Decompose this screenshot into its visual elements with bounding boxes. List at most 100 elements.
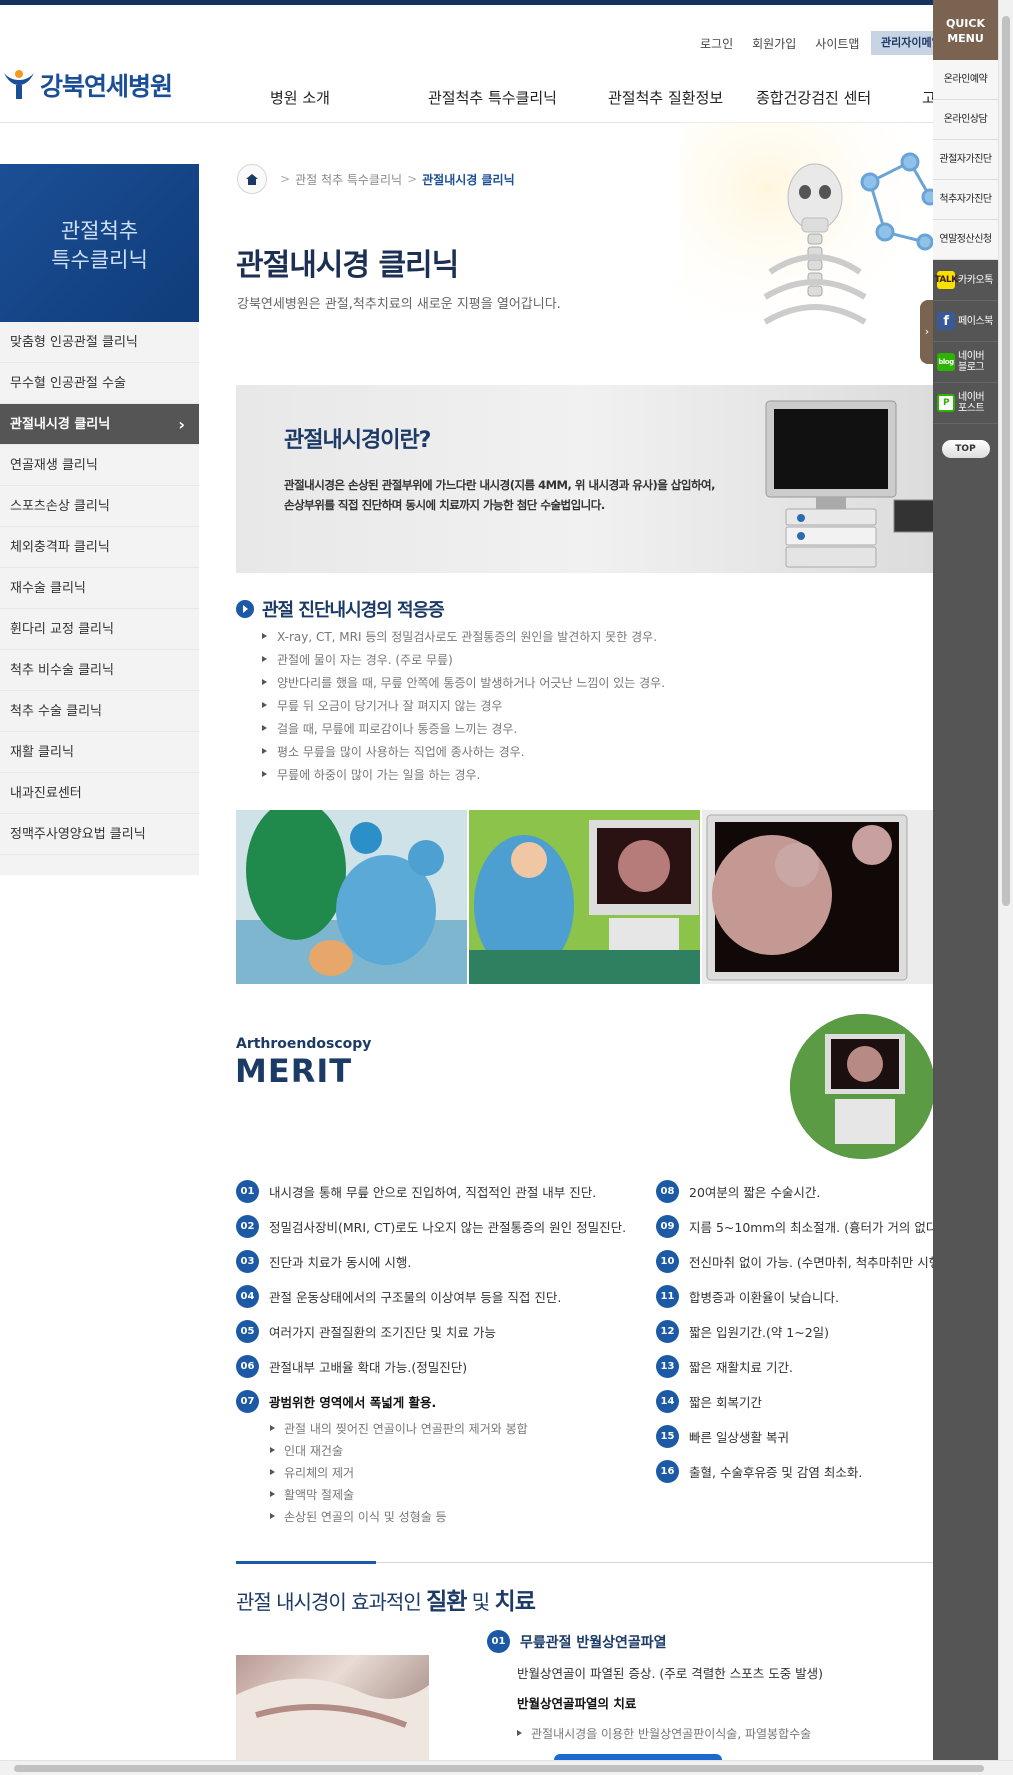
- sidebar-item-spine-nonsurgical[interactable]: 척추 비수술 클리닉: [0, 650, 199, 691]
- merit-label-big: MERIT: [235, 1052, 353, 1090]
- page-subtitle: 강북연세병원은 관절,척추치료의 새로운 지평을 열어갑니다.: [237, 297, 561, 312]
- disease-treatment-item: 관절내시경을 이용한 반월상연골판이식술, 파열봉합수술: [517, 1725, 811, 1742]
- nav-special-clinic[interactable]: 관절척추 특수클리닉: [428, 87, 557, 108]
- merit-text: 출혈, 수술후유증 및 감염 최소화.: [689, 1465, 863, 1480]
- quick-naver-post-label: 네이버 포스트: [958, 392, 985, 414]
- quick-online-consult[interactable]: 온라인상담: [933, 100, 998, 140]
- sidebar-item-spine-surgery[interactable]: 척추 수술 클리닉: [0, 691, 199, 732]
- kakaotalk-icon: TALK: [934, 271, 958, 289]
- sidebar-item-custom-joint[interactable]: 맞춤형 인공관절 클리닉: [0, 322, 199, 363]
- quick-joint-self-check[interactable]: 관절자가진단: [933, 140, 998, 180]
- sidebar-item-bloodless-surgery[interactable]: 무수혈 인공관절 수술: [0, 363, 199, 404]
- merit-text: 20여분의 짧은 수술시간.: [689, 1185, 821, 1200]
- surgery-photos: [236, 810, 933, 984]
- horizontal-scrollbar[interactable]: [0, 1760, 1013, 1775]
- quick-kakaotalk[interactable]: TALK 카카오톡: [933, 260, 998, 301]
- disease-section-title: 관절 내시경이 효과적인 질환 및 치료: [236, 1582, 536, 1616]
- merit-number: 16: [656, 1460, 679, 1483]
- quick-facebook-label: 페이스북: [958, 315, 993, 327]
- quick-menu-title2: MENU: [947, 32, 984, 45]
- quick-menu-title1: QUICK: [946, 17, 985, 30]
- arrow-circle-icon: [236, 600, 254, 618]
- merit-item: 15 빠른 일상생활 복귀: [656, 1419, 945, 1454]
- sidebar-item-leg-correction[interactable]: 휜다리 교정 클리닉: [0, 609, 199, 650]
- intro-text: 관절내시경은 손상된 관절부위에 가느다란 내시경(지름 4MM, 위 내시경과…: [284, 475, 734, 515]
- section-divider: [236, 1561, 933, 1564]
- signup-link[interactable]: 회원가입: [752, 35, 796, 52]
- merit-text: 짧은 회복기간: [689, 1395, 762, 1410]
- sidebar-item-internal[interactable]: 내과진료센터: [0, 773, 199, 814]
- list-item: 손상된 연골의 이식 및 성형술 등: [270, 1508, 528, 1530]
- quick-menu-toggle[interactable]: ›: [920, 300, 934, 364]
- list-item: 걸을 때, 무릎에 피로감이나 통증을 느끼는 경우.: [262, 720, 665, 743]
- sidebar-item-shockwave[interactable]: 체외충격파 클리닉: [0, 527, 199, 568]
- horizontal-scroll-thumb[interactable]: [14, 1765, 984, 1772]
- merit-number: 09: [656, 1215, 679, 1238]
- merit-item: 05 여러가지 관절질환의 조기진단 및 치료 가능: [236, 1314, 626, 1349]
- merit-item: 12 짧은 입원기간.(약 1~2일): [656, 1314, 945, 1349]
- intro-line2: 손상부위를 직접 진단하며 동시에 치료까지 가능한 첨단 수술법입니다.: [284, 498, 605, 512]
- admin-email-button[interactable]: 관리자이메일: [871, 31, 933, 55]
- nav-health-checkup[interactable]: 종합건강검진 센터: [756, 87, 871, 108]
- merit-sub-list: 관절 내의 찢어진 연골이나 연골판의 제거와 봉합 인대 재건술 유리체의 제…: [270, 1420, 528, 1530]
- quick-tax-settlement[interactable]: 연말정산신청: [933, 220, 998, 260]
- quick-naver-blog-label1: 네이버: [958, 351, 985, 362]
- quick-naver-post-label2: 포스트: [958, 403, 985, 414]
- sitemap-link[interactable]: 사이트맵: [815, 35, 859, 52]
- login-link[interactable]: 로그인: [700, 35, 733, 52]
- merit-text: 짧은 재활치료 기간.: [689, 1360, 793, 1375]
- page-title: 관절내시경 클리닉: [236, 248, 459, 283]
- sidebar-item-rehab[interactable]: 재활 클리닉: [0, 732, 199, 773]
- quick-naver-post[interactable]: P 네이버 포스트: [933, 383, 998, 424]
- surgery-photo-2: [469, 810, 700, 984]
- merit-item: 08 20여분의 짧은 수술시간.: [656, 1174, 945, 1209]
- list-item: 유리체의 제거: [270, 1464, 528, 1486]
- disease-item-title-text: 무릎관절 반월상연골파열: [520, 1634, 667, 1651]
- intro-heading: 관절내시경이란?: [284, 428, 431, 453]
- nav-about[interactable]: 병원 소개: [270, 87, 330, 108]
- quick-naver-blog[interactable]: blog 네이버 블로그: [933, 342, 998, 383]
- quick-facebook[interactable]: f 페이스북: [933, 301, 998, 342]
- merit-number: 15: [656, 1425, 679, 1448]
- breadcrumb: > 관절 척추 특수클리닉 > 관절내시경 클리닉: [237, 164, 515, 194]
- main-nav: 병원 소개 관절척추 특수클리닉 관절척추 질환정보 종합건강검진 센터 고: [0, 87, 936, 108]
- nav-disease-info[interactable]: 관절척추 질환정보: [608, 87, 723, 108]
- intro-line1: 관절내시경은 손상된 관절부위에 가느다란 내시경(지름 4MM, 위 내시경과…: [284, 478, 715, 492]
- sidebar-item-sports[interactable]: 스포츠손상 클리닉: [0, 486, 199, 527]
- merit-text: 지름 5~10mm의 최소절개. (흉터가 거의 없다): [689, 1220, 943, 1235]
- vertical-scrollbar[interactable]: [998, 0, 1013, 1760]
- merit-number: 11: [656, 1285, 679, 1308]
- sidebar-item-arthroscopy[interactable]: 관절내시경 클리닉: [0, 404, 199, 445]
- sidebar-item-iv-nutrition[interactable]: 정맥주사영양요법 클리닉: [0, 814, 199, 855]
- merit-item: 06 관절내부 고배율 확대 가능.(정밀진단): [236, 1349, 626, 1384]
- disease-number: 01: [487, 1630, 510, 1653]
- list-item: 활액막 절제술: [270, 1486, 528, 1508]
- disease-treatment-heading: 반월상연골파열의 치료: [517, 1696, 637, 1711]
- disease-title-mid: 및: [471, 1590, 490, 1614]
- sidebar-item-revision[interactable]: 재수술 클리닉: [0, 568, 199, 609]
- merit-text: 전신마취 없이 가능. (수면마취, 척추마취만 시행): [689, 1255, 946, 1270]
- disease-title-bold2: 치료: [494, 1589, 536, 1615]
- list-item: 무릎 뒤 오금이 당기거나 잘 펴지지 않는 경우: [262, 697, 665, 720]
- merit-item: 13 짧은 재활치료 기간.: [656, 1349, 945, 1384]
- merit-text: 관절 운동상태에서의 구조물의 이상여부 등을 직접 진단.: [269, 1290, 562, 1305]
- sidebar-item-cartilage[interactable]: 연골재생 클리닉: [0, 445, 199, 486]
- merit-number: 13: [656, 1355, 679, 1378]
- surgery-photo-1: [236, 810, 467, 984]
- home-icon[interactable]: [237, 164, 267, 194]
- surgery-photo-3: [702, 810, 933, 984]
- vertical-scroll-thumb[interactable]: [1002, 16, 1010, 906]
- merit-text: 정밀검사장비(MRI, CT)로도 나오지 않는 관절통증의 원인 정밀진단.: [269, 1220, 627, 1235]
- merit-text: 합병증과 이환율이 낮습니다.: [689, 1290, 839, 1305]
- quick-online-reservation[interactable]: 온라인예약: [933, 60, 998, 100]
- facebook-icon: f: [937, 312, 955, 330]
- merit-number: 07: [236, 1390, 259, 1413]
- breadcrumb-level1[interactable]: 관절 척추 특수클리닉: [295, 171, 402, 188]
- merit-text: 짧은 입원기간.(약 1~2일): [689, 1325, 830, 1340]
- breadcrumb-separator: >: [280, 172, 291, 186]
- merit-label-small: Arthroendoscopy: [236, 1036, 372, 1052]
- scroll-top-button[interactable]: TOP: [941, 440, 990, 458]
- merit-item: 01 내시경을 통해 무릎 안으로 진입하여, 직접적인 관절 내부 진단.: [236, 1174, 626, 1209]
- quick-naver-blog-label2: 블로그: [958, 362, 985, 373]
- quick-spine-self-check[interactable]: 척추자가진단: [933, 180, 998, 220]
